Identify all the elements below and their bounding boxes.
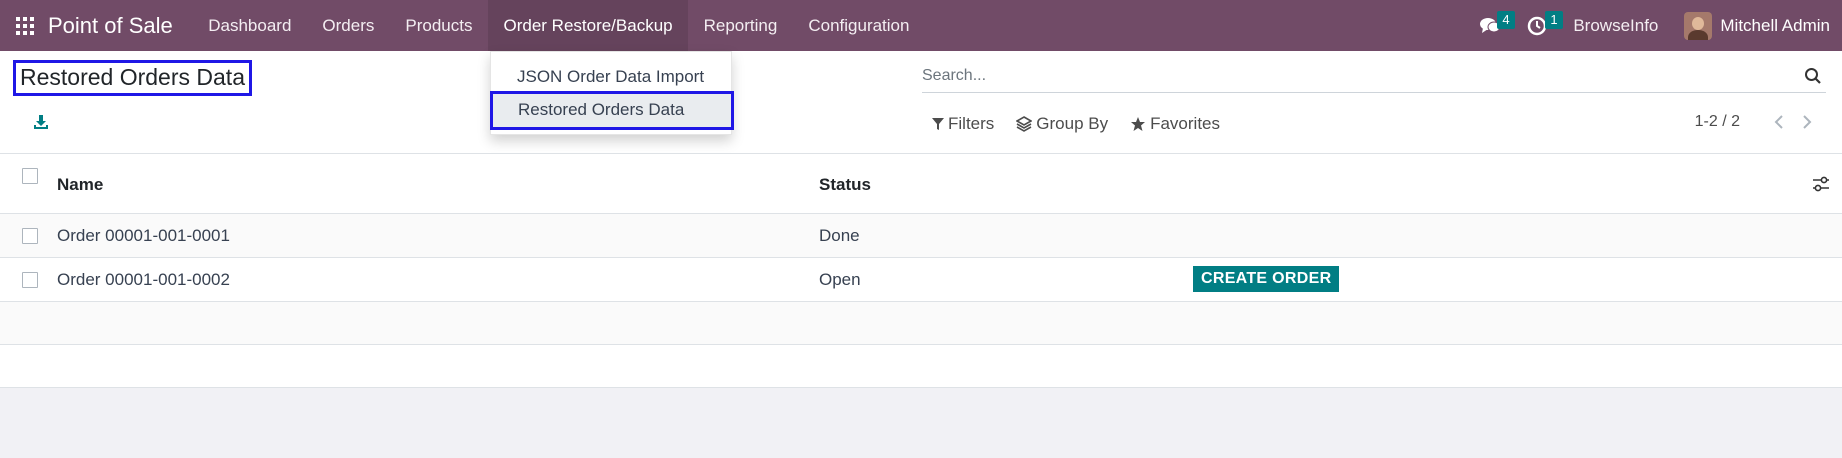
order-name: Order 00001-001-0002: [57, 270, 230, 289]
empty-row: [0, 302, 1842, 345]
favorites-label: Favorites: [1150, 114, 1221, 133]
search-input[interactable]: [922, 61, 1782, 91]
menu-order-restore-backup[interactable]: Order Restore/Backup: [487, 0, 689, 51]
orders-list: Name Status Order 00001-001-0001 Done Or…: [0, 154, 1842, 388]
menu-reporting[interactable]: Reporting: [688, 0, 793, 51]
star-icon: [1131, 117, 1146, 131]
filter-icon: [932, 118, 944, 130]
filters-label: Filters: [948, 114, 995, 133]
activities-button[interactable]: 1: [1527, 0, 1563, 51]
menu-dashboard[interactable]: Dashboard: [193, 0, 307, 51]
order-status: Open: [819, 270, 861, 289]
table-row[interactable]: Order 00001-001-0002 Open CREATE ORDER: [0, 258, 1842, 302]
order-name: Order 00001-001-0001: [57, 226, 230, 245]
avatar[interactable]: [1684, 11, 1713, 40]
menu-item-json-order-data-import[interactable]: JSON Order Data Import: [491, 60, 731, 94]
menu-configuration[interactable]: Configuration: [793, 0, 925, 51]
search-options: Filters Group By Favorites: [932, 114, 1242, 134]
apps-icon[interactable]: [16, 16, 34, 35]
column-header-status[interactable]: Status: [819, 175, 871, 195]
search-bar: [922, 61, 1826, 93]
app-brand[interactable]: Point of Sale: [48, 13, 173, 39]
company-switcher[interactable]: BrowseInfo: [1573, 16, 1658, 36]
page-title: Restored Orders Data: [13, 60, 252, 96]
activities-badge: 1: [1545, 11, 1563, 29]
favorites-button[interactable]: Favorites: [1130, 114, 1220, 134]
chevron-right-icon[interactable]: [1802, 115, 1812, 129]
select-all-checkbox[interactable]: [22, 168, 38, 184]
row-checkbox[interactable]: [22, 228, 38, 244]
table-row[interactable]: Order 00001-001-0001 Done: [0, 214, 1842, 258]
chevron-left-icon[interactable]: [1774, 115, 1784, 129]
clock-icon: [1528, 16, 1547, 35]
order-status: Done: [819, 226, 860, 245]
search-icon[interactable]: [1804, 67, 1822, 85]
row-checkbox[interactable]: [22, 272, 38, 288]
menu-products[interactable]: Products: [390, 0, 488, 51]
download-button[interactable]: [32, 113, 50, 131]
group-by-button[interactable]: Group By: [1016, 114, 1108, 134]
group-by-label: Group By: [1036, 114, 1109, 133]
pager-value[interactable]: 1-2 / 2: [1695, 113, 1740, 131]
messages-button[interactable]: 4: [1479, 0, 1515, 51]
user-menu[interactable]: Mitchell Admin: [1720, 16, 1830, 36]
order-restore-dropdown: JSON Order Data Import Restored Orders D…: [490, 51, 734, 135]
create-order-button[interactable]: CREATE ORDER: [1193, 266, 1340, 292]
menu-item-restored-orders-data[interactable]: Restored Orders Data: [490, 91, 734, 130]
sliders-icon[interactable]: [1812, 176, 1830, 192]
empty-row: [0, 345, 1842, 388]
pager: 1-2 / 2: [1695, 113, 1812, 131]
filters-button[interactable]: Filters: [932, 114, 994, 134]
messages-badge: 4: [1497, 11, 1515, 29]
download-icon: [34, 115, 48, 129]
table-header: Name Status: [0, 154, 1842, 214]
layers-icon: [1016, 116, 1033, 132]
control-panel: Restored Orders Data Filters Group By: [0, 51, 1842, 154]
column-header-name[interactable]: Name: [57, 175, 103, 195]
top-navbar: Point of Sale Dashboard Orders Products …: [0, 0, 1842, 51]
menu-orders[interactable]: Orders: [307, 0, 390, 51]
